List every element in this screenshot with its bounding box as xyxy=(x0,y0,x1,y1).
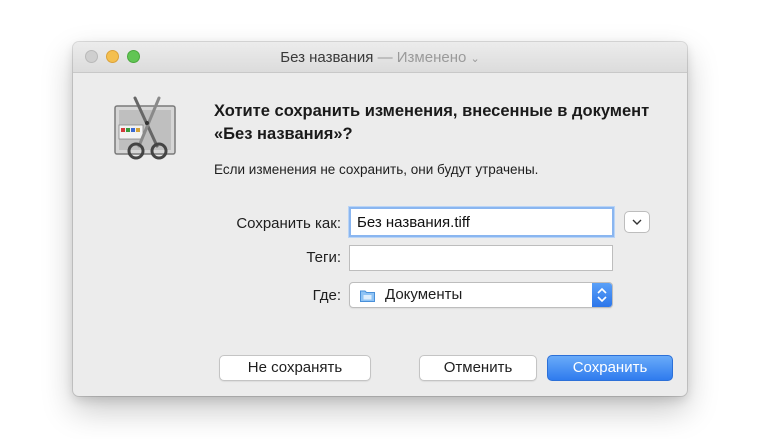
preview-app-icon xyxy=(114,96,176,160)
save-as-input[interactable] xyxy=(349,207,614,237)
save-button[interactable]: Сохранить xyxy=(547,355,673,381)
dialog-heading: Хотите сохранить изменения, внесенные в … xyxy=(214,102,650,143)
save-dialog-window: Без названия — Изменено ⌄ Хотите сохрани… xyxy=(73,42,687,396)
title-menu-chevron-icon: ⌄ xyxy=(470,53,480,65)
popup-arrows-icon xyxy=(592,283,612,307)
title-bar: Без названия — Изменено ⌄ xyxy=(73,42,687,73)
tags-input[interactable] xyxy=(349,245,613,271)
where-selected-value: Документы xyxy=(385,286,463,303)
dialog-message: Если изменения не сохранить, они будут у… xyxy=(214,162,539,177)
tags-label: Теги: xyxy=(306,249,341,266)
where-label: Где: xyxy=(312,287,341,304)
dont-save-button[interactable]: Не сохранять xyxy=(219,355,371,381)
cancel-button[interactable]: Отменить xyxy=(419,355,537,381)
title-separator: — xyxy=(377,49,393,66)
chevron-down-icon xyxy=(632,219,642,226)
document-status: Изменено xyxy=(396,49,467,66)
expand-dialog-button[interactable] xyxy=(624,211,650,233)
document-name: Без названия xyxy=(280,49,374,66)
folder-icon xyxy=(360,290,375,302)
desktop-background: Без названия — Изменено ⌄ Хотите сохрани… xyxy=(0,0,760,439)
window-title[interactable]: Без названия — Изменено ⌄ xyxy=(73,49,687,66)
where-location-popup[interactable]: Документы xyxy=(349,282,613,308)
save-as-label: Сохранить как: xyxy=(236,215,341,232)
